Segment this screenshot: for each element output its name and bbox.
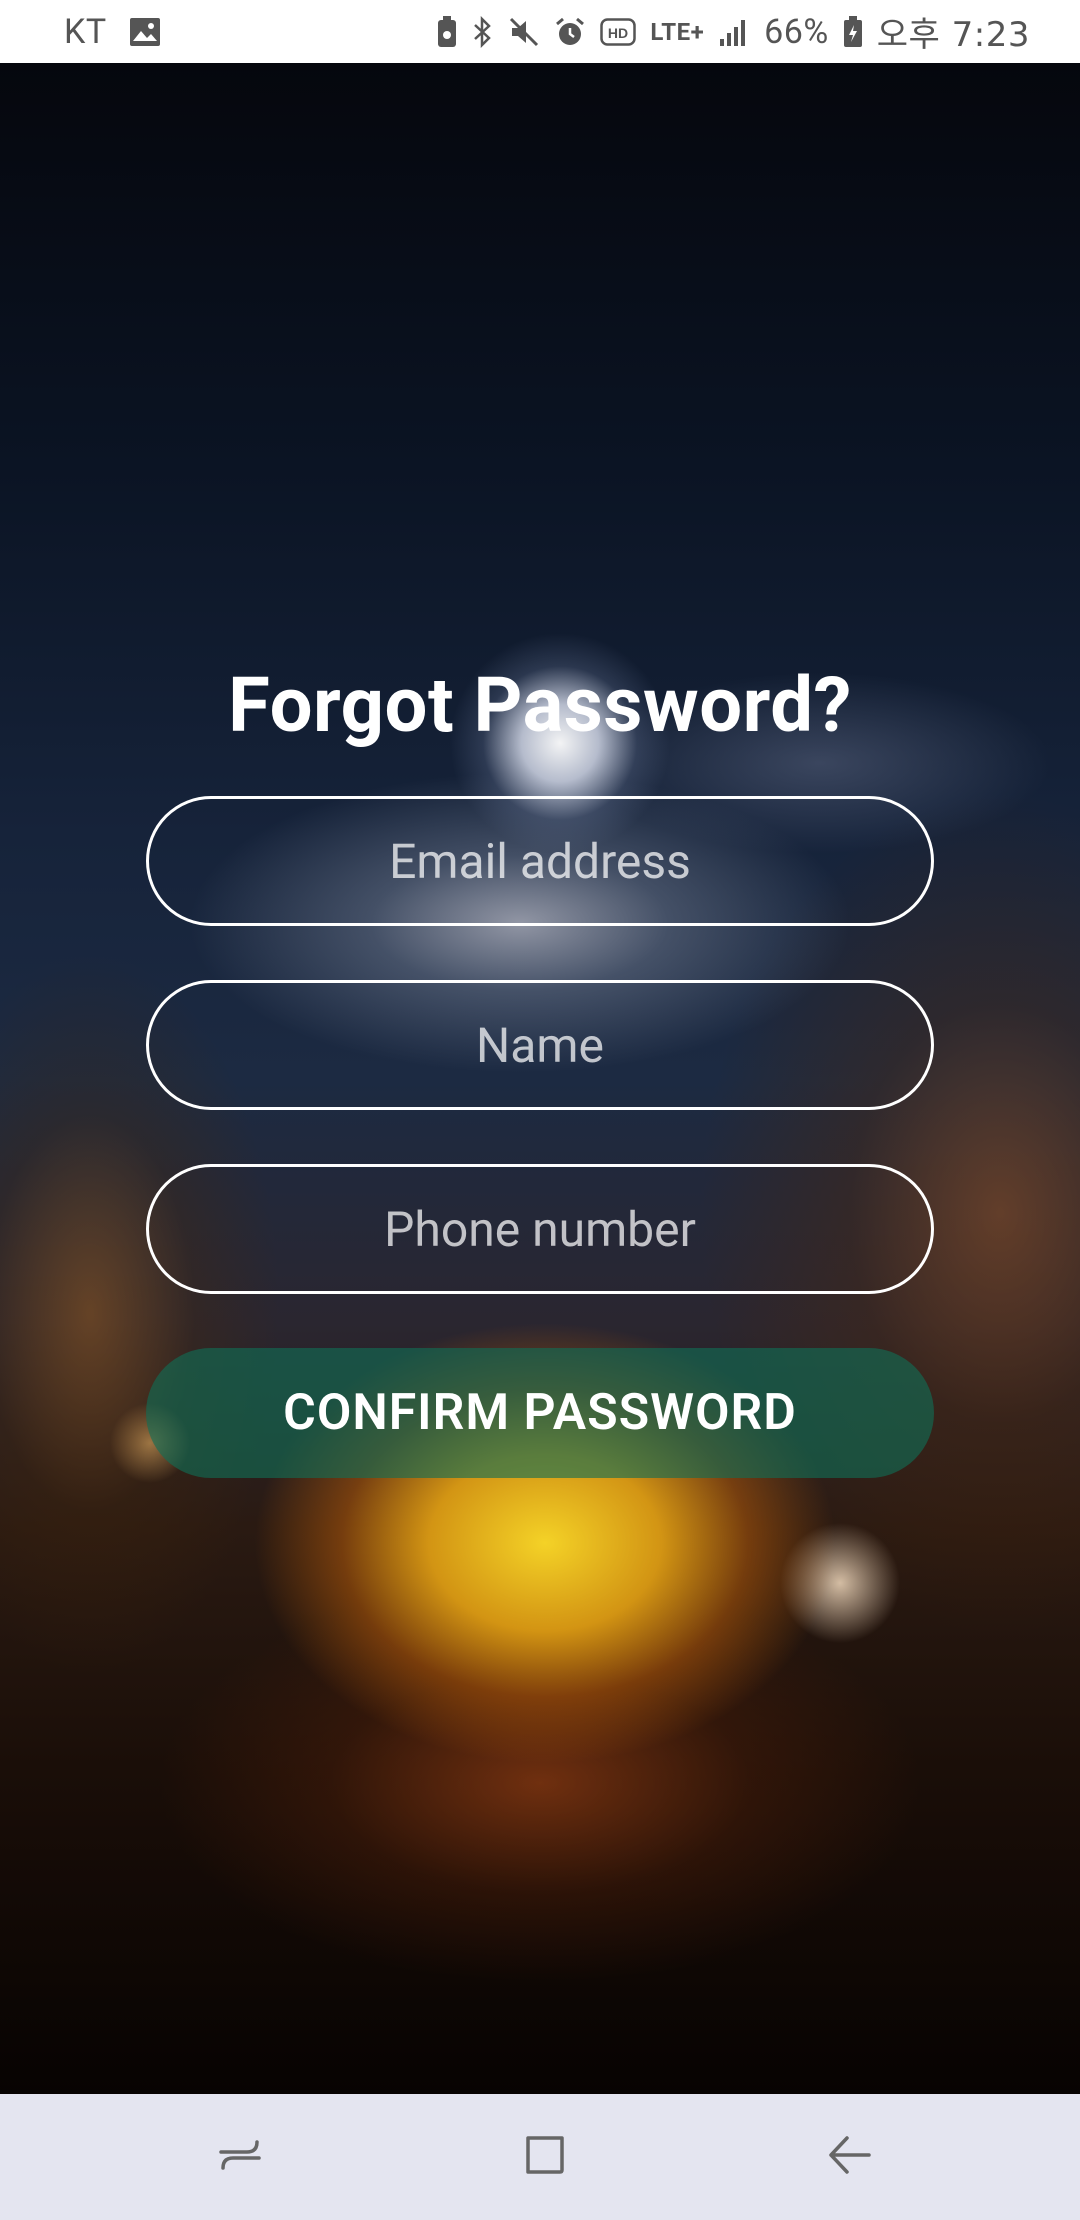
page-title: Forgot Password? bbox=[228, 660, 852, 750]
status-right: HD LTE+ 66% 오후 7:23 bbox=[436, 7, 1030, 56]
back-button[interactable] bbox=[800, 2107, 900, 2207]
image-icon bbox=[129, 17, 161, 47]
svg-text:HD: HD bbox=[608, 25, 628, 41]
status-bar: KT HD LTE+ 66% 오후 7:23 bbox=[0, 0, 1080, 63]
home-button[interactable] bbox=[495, 2107, 595, 2207]
confirm-password-button[interactable]: CONFIRM PASSWORD bbox=[146, 1348, 934, 1478]
phone-field[interactable] bbox=[146, 1164, 934, 1294]
carrier-label: KT bbox=[64, 11, 107, 52]
status-left: KT bbox=[64, 12, 161, 52]
home-icon bbox=[522, 2132, 568, 2182]
hd-icon: HD bbox=[600, 17, 637, 46]
email-field[interactable] bbox=[146, 796, 934, 926]
alarm-icon bbox=[554, 16, 586, 48]
battery-icon bbox=[843, 15, 863, 48]
battery-percent: 66% bbox=[764, 11, 829, 52]
network-type-label: LTE+ bbox=[650, 17, 705, 46]
recent-apps-button[interactable] bbox=[190, 2107, 290, 2207]
signal-icon bbox=[718, 17, 750, 47]
recent-apps-icon bbox=[217, 2132, 263, 2182]
name-field[interactable] bbox=[146, 980, 934, 1110]
bluetooth-icon bbox=[472, 15, 494, 48]
battery-saver-icon bbox=[436, 15, 458, 48]
clock: 오후 7:23 bbox=[876, 15, 1030, 55]
back-icon bbox=[827, 2132, 873, 2182]
forgot-password-form: Forgot Password? CONFIRM PASSWORD bbox=[146, 660, 934, 1478]
mute-icon bbox=[508, 16, 540, 48]
navigation-bar bbox=[0, 2094, 1080, 2220]
